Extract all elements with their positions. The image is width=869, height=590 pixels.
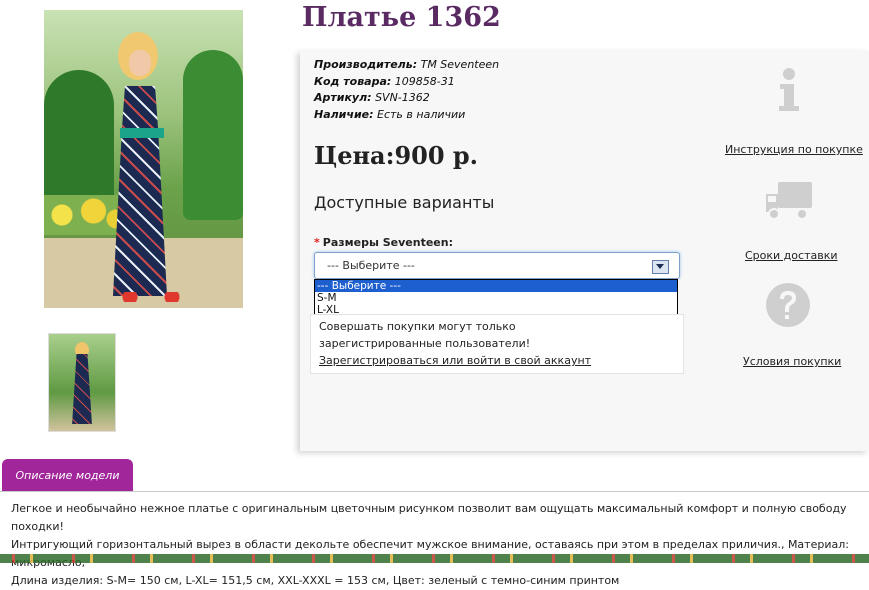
register-login-link[interactable]: Зарегистрироваться или войти в свой акка…	[319, 352, 591, 369]
size-select[interactable]: --- Выберите ---	[314, 252, 680, 279]
description-line: Длина изделия: S-M= 150 см, L-XL= 151,5 …	[11, 574, 620, 587]
question-icon[interactable]	[763, 280, 813, 330]
model-face	[129, 50, 151, 76]
info-icon[interactable]	[764, 66, 814, 116]
manufacturer-label: Производитель:	[314, 58, 418, 71]
truck-icon[interactable]	[764, 176, 814, 226]
manufacturer-row: Производитель: ТМ Seventeen	[314, 57, 499, 74]
size-dropdown-list: --- Выберите --- S-M L-XL	[314, 279, 678, 317]
sku-label: Артикул:	[314, 91, 372, 104]
product-info-panel: Производитель: ТМ Seventeen Код товара: …	[300, 51, 869, 451]
tab-divider	[0, 491, 869, 492]
login-notice: Совершать покупки могут только зарегистр…	[310, 314, 684, 374]
thumb-model-dress	[72, 354, 92, 424]
chevron-down-icon[interactable]	[652, 260, 669, 274]
decorative-garland	[0, 554, 869, 563]
delivery-link[interactable]: Сроки доставки	[745, 249, 838, 262]
login-notice-text: Совершать покупки могут только зарегистр…	[319, 320, 531, 350]
tab-description[interactable]: Описание модели	[2, 459, 133, 492]
required-mark: *	[314, 236, 320, 249]
code-row: Код товара: 109858-31	[314, 74, 499, 91]
product-meta: Производитель: ТМ Seventeen Код товара: …	[314, 57, 499, 123]
availability-label: Наличие:	[314, 107, 374, 121]
code-label: Код товара:	[314, 74, 392, 88]
instruction-link[interactable]: Инструкция по покупке	[725, 143, 863, 156]
product-thumbnail[interactable]	[48, 333, 116, 432]
sku-value: SVN-1362	[375, 91, 430, 104]
dropdown-option[interactable]: --- Выберите ---	[315, 280, 677, 292]
photo-bush	[44, 70, 114, 210]
model-belt	[120, 128, 164, 138]
dropdown-option[interactable]: S-M	[315, 292, 677, 304]
size-label: * Размеры Seventeen:	[314, 236, 453, 249]
size-label-text: Размеры Seventeen:	[322, 236, 453, 249]
product-description: Легкое и необычайно нежное платье с ориг…	[11, 500, 861, 590]
availability-value: Есть в наличии	[377, 107, 466, 121]
model-dress	[113, 86, 167, 296]
photo-bush	[183, 50, 243, 220]
terms-link[interactable]: Условия покупки	[743, 355, 841, 368]
description-line: Легкое и необычайно нежное платье с ориг…	[11, 502, 847, 533]
product-main-image[interactable]	[44, 10, 243, 308]
product-title: Платье 1362	[302, 2, 501, 33]
availability-row: Наличие: Есть в наличии	[314, 107, 499, 124]
sku-row: Артикул: SVN-1362	[314, 90, 499, 107]
product-price: Цена:900 р.	[314, 141, 479, 170]
variants-heading: Доступные варианты	[314, 193, 495, 212]
model-shoes	[116, 292, 186, 302]
manufacturer-value: ТМ Seventeen	[420, 58, 500, 71]
size-select-value: --- Выберите ---	[327, 259, 415, 272]
code-value: 109858-31	[394, 74, 455, 88]
